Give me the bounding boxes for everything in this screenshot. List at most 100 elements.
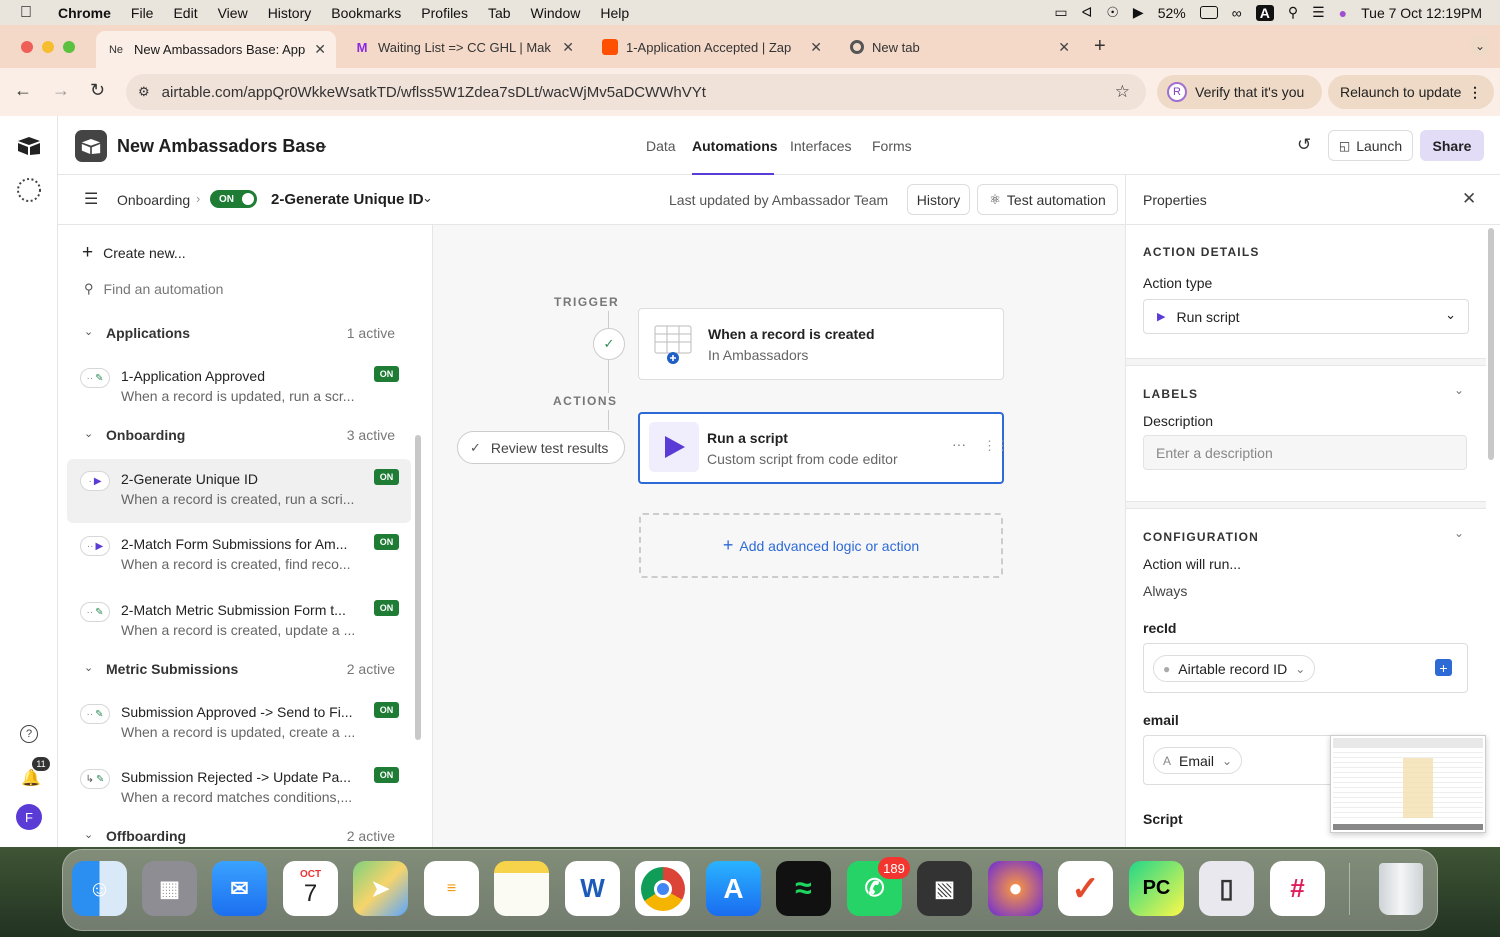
- firefox-icon[interactable]: ●: [988, 861, 1043, 916]
- bluetooth-icon[interactable]: ᐊ: [1082, 4, 1093, 21]
- collapse-chevron-icon[interactable]: ⌄: [1454, 383, 1464, 397]
- list-item-selected[interactable]: · ▶ 2-Generate Unique ID When a record is…: [67, 459, 411, 523]
- launchpad-icon[interactable]: ▦: [142, 861, 197, 916]
- review-test-results-button[interactable]: ✓ Review test results: [457, 431, 625, 464]
- address-bar[interactable]: ⚙ airtable.com/appQr0WkkeWsatkTD/wflss5W…: [126, 74, 1146, 110]
- trigger-card[interactable]: When a record is created In Ambassadors: [638, 308, 1004, 380]
- base-icon[interactable]: [75, 130, 107, 162]
- menu-tab[interactable]: Tab: [488, 5, 511, 21]
- nav-automations[interactable]: Automations: [692, 138, 778, 154]
- hamburger-icon[interactable]: ☰: [84, 189, 98, 209]
- notifications-icon[interactable]: 🔔: [21, 768, 41, 788]
- close-window-icon[interactable]: [21, 41, 33, 53]
- display-icon[interactable]: ▭: [1054, 4, 1067, 21]
- minimize-window-icon[interactable]: [42, 41, 54, 53]
- base-menu-chevron-icon[interactable]: ⌄: [318, 137, 329, 153]
- add-logic-button[interactable]: + Add advanced logic or action: [639, 513, 1003, 578]
- action-card-selected[interactable]: Run a script Custom script from code edi…: [638, 412, 1009, 484]
- menu-history[interactable]: History: [268, 5, 312, 21]
- tab-close-icon[interactable]: ✕: [810, 39, 822, 56]
- nav-data[interactable]: Data: [646, 138, 676, 154]
- notes-icon[interactable]: [494, 861, 549, 916]
- menu-profiles[interactable]: Profiles: [421, 5, 468, 21]
- browser-tab[interactable]: M Waiting List => CC GHL | Mak ✕: [344, 31, 584, 63]
- chrome-icon[interactable]: [635, 861, 690, 916]
- group-header-applications[interactable]: ⌄ Applications 1 active: [58, 325, 398, 345]
- drag-handle-icon[interactable]: ⋮⋮: [983, 438, 1009, 454]
- screenshot-thumbnail[interactable]: [1330, 735, 1486, 833]
- menu-edit[interactable]: Edit: [173, 5, 197, 21]
- sidebar-scrollbar[interactable]: [415, 435, 421, 740]
- calculator-icon[interactable]: ▧: [917, 861, 972, 916]
- tab-close-icon[interactable]: ✕: [1058, 39, 1070, 56]
- revision-history-icon[interactable]: ↺: [1297, 135, 1311, 155]
- trash-icon[interactable]: [1373, 861, 1428, 916]
- more-icon[interactable]: ···: [952, 436, 966, 452]
- recid-field[interactable]: ● Airtable record ID ⌄ +: [1143, 643, 1468, 693]
- close-icon[interactable]: ✕: [1462, 189, 1476, 209]
- list-item[interactable]: ·· ✎ 2-Match Metric Submission Form t... …: [67, 590, 411, 654]
- create-new-button[interactable]: + Create new...: [82, 242, 186, 264]
- reminders-icon[interactable]: ≡: [424, 861, 479, 916]
- calendar-icon[interactable]: OCT 7: [283, 861, 338, 916]
- group-header-metric-submissions[interactable]: ⌄ Metric Submissions 2 active: [58, 661, 398, 681]
- url-text[interactable]: airtable.com/appQr0WkkeWsatkTD/wflss5W1Z…: [162, 84, 706, 101]
- new-tab-icon[interactable]: +: [1094, 35, 1106, 58]
- menu-view[interactable]: View: [218, 5, 248, 21]
- clock[interactable]: Tue 7 Oct 12:19PM: [1361, 5, 1482, 21]
- input-source-icon[interactable]: A: [1255, 4, 1274, 21]
- finder-icon[interactable]: ☺: [72, 861, 127, 916]
- collapse-chevron-icon[interactable]: ⌄: [1454, 526, 1464, 540]
- siri-icon[interactable]: ●: [1339, 5, 1347, 21]
- description-input[interactable]: Enter a description: [1143, 435, 1467, 470]
- panel-scrollbar[interactable]: [1488, 228, 1494, 460]
- browser-tab[interactable]: New tab ✕: [840, 31, 1080, 63]
- automation-search-input[interactable]: ⚲ Find an automation: [84, 281, 384, 297]
- battery-icon[interactable]: [1199, 6, 1218, 19]
- apple-icon[interactable]: : [20, 4, 36, 22]
- action-type-select[interactable]: ▶ Run script ⌄: [1143, 299, 1469, 334]
- tab-close-icon[interactable]: ✕: [562, 39, 574, 56]
- breadcrumb-group[interactable]: Onboarding: [117, 192, 190, 208]
- help-icon[interactable]: ?: [20, 725, 38, 743]
- email-token[interactable]: A Email ⌄: [1153, 747, 1243, 774]
- share-button[interactable]: Share: [1420, 130, 1484, 161]
- bookmark-star-icon[interactable]: ☆: [1115, 82, 1130, 102]
- group-header-onboarding[interactable]: ⌄ Onboarding 3 active: [58, 427, 398, 447]
- task-app-icon[interactable]: ✓: [1058, 861, 1113, 916]
- maps-icon[interactable]: ➤: [353, 861, 408, 916]
- relaunch-button[interactable]: Relaunch to update ⋮: [1328, 75, 1494, 109]
- spotify-icon[interactable]: ≈: [776, 861, 831, 916]
- nav-forms[interactable]: Forms: [872, 138, 912, 154]
- slack-icon[interactable]: #: [1270, 861, 1325, 916]
- site-info-icon[interactable]: ⚙: [138, 84, 150, 100]
- menu-file[interactable]: File: [131, 5, 154, 21]
- iphone-mirroring-icon[interactable]: ▯: [1199, 861, 1254, 916]
- group-header-offboarding[interactable]: ⌄ Offboarding 2 active: [58, 828, 398, 847]
- search-icon[interactable]: ⚲: [1288, 4, 1298, 21]
- automation-name[interactable]: 2-Generate Unique ID: [271, 191, 424, 208]
- control-center-icon[interactable]: ☰: [1312, 4, 1325, 21]
- list-item[interactable]: ·· ✎ Submission Approved -> Send to Fi...…: [67, 692, 411, 756]
- accessibility-icon[interactable]: ☉: [1106, 4, 1119, 21]
- recid-token[interactable]: ● Airtable record ID ⌄: [1153, 655, 1316, 682]
- mail-icon[interactable]: ✉: [212, 861, 267, 916]
- browser-tab[interactable]: 1-Application Accepted | Zap ✕: [592, 31, 832, 63]
- tab-search-icon[interactable]: ⌄: [1470, 36, 1490, 56]
- more-menu-icon[interactable]: ⋮: [1468, 84, 1482, 101]
- app-store-icon[interactable]: A: [706, 861, 761, 916]
- link-icon[interactable]: ∞: [1232, 5, 1242, 21]
- browser-tab-active[interactable]: Ne New Ambassadors Base: App ✕: [96, 31, 336, 68]
- automation-toggle[interactable]: ON: [210, 190, 257, 208]
- menu-help[interactable]: Help: [600, 5, 629, 21]
- launch-button[interactable]: ◱ Launch: [1328, 130, 1413, 161]
- user-avatar[interactable]: F: [16, 804, 42, 830]
- list-item[interactable]: ↳ ✎ Submission Rejected -> Update Pa... W…: [67, 757, 411, 821]
- back-icon[interactable]: ←: [14, 80, 32, 101]
- forward-icon[interactable]: →: [52, 80, 70, 101]
- test-automation-button[interactable]: ⚛ Test automation: [977, 184, 1118, 215]
- tab-close-icon[interactable]: ✕: [314, 41, 326, 58]
- menu-app-name[interactable]: Chrome: [58, 5, 111, 21]
- list-item[interactable]: ·· ✎ 1-Application Approved When a record…: [67, 356, 411, 420]
- list-item[interactable]: ·· ▶ 2-Match Form Submissions for Am... W…: [67, 524, 411, 588]
